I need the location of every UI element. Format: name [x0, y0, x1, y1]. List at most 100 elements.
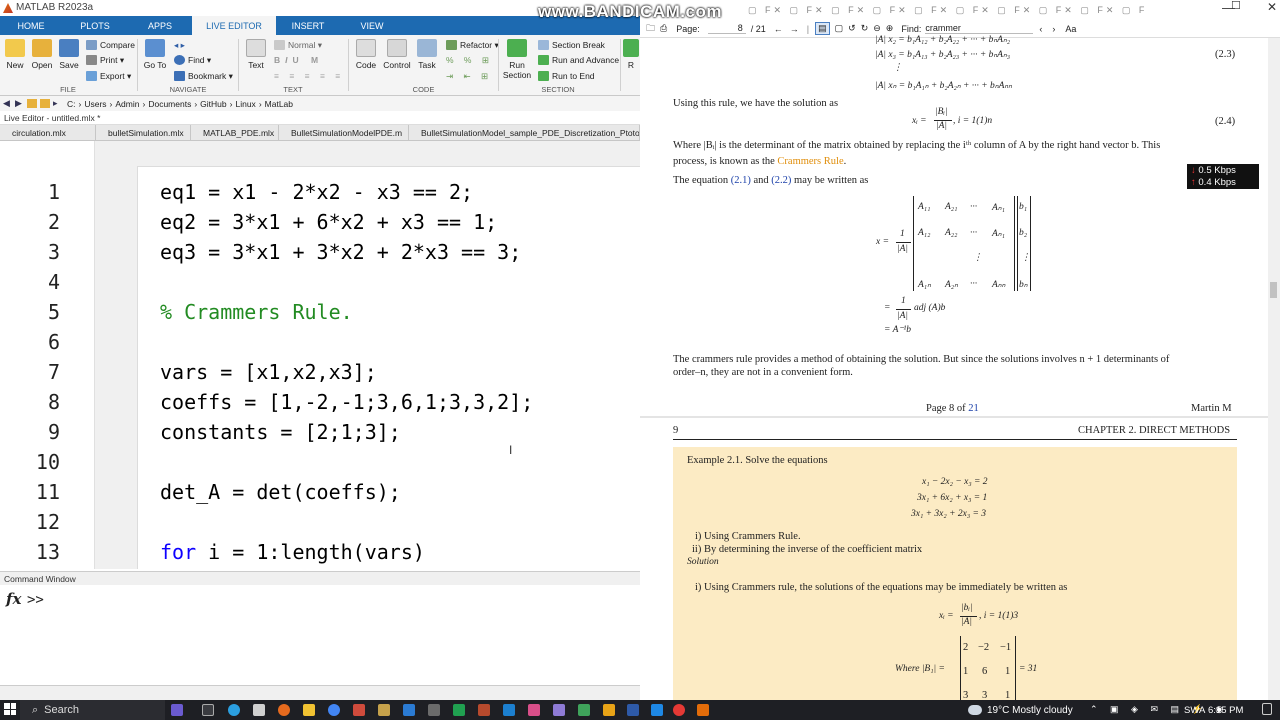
find-prev-icon[interactable]: ‹: [1039, 24, 1042, 34]
back-forward-buttons[interactable]: ◂ ▸: [174, 38, 185, 52]
code-line[interactable]: det_A = det(coeffs);: [160, 480, 401, 504]
doc-tab-bullet-simulation[interactable]: bulletSimulation.mlx: [96, 125, 191, 140]
find-next-icon[interactable]: ›: [1052, 24, 1055, 34]
weather-widget[interactable]: 19°C Mostly cloudy: [968, 700, 1073, 720]
app-icon[interactable]: [478, 704, 490, 716]
start-windows-icon[interactable]: [4, 703, 16, 715]
command-window[interactable]: fx >>: [0, 585, 640, 685]
language-indicator[interactable]: SWA: [1184, 700, 1205, 720]
compare-button[interactable]: Compare: [86, 38, 135, 52]
app-icon[interactable]: [528, 704, 540, 716]
path-segment-users[interactable]: Users: [84, 99, 106, 109]
path-segment-admin[interactable]: Admin: [115, 99, 139, 109]
matlab-taskbar-icon[interactable]: [697, 704, 709, 716]
next-page-icon[interactable]: →: [790, 24, 799, 34]
section-break-button[interactable]: Section Break: [538, 38, 605, 52]
app-icon[interactable]: [578, 704, 590, 716]
find-button[interactable]: Find ▾: [174, 53, 211, 67]
taskbar-search[interactable]: ⌕ Search: [20, 700, 165, 720]
app-icon[interactable]: [403, 704, 415, 716]
code-line[interactable]: vars = [x1,x2,x3];: [160, 360, 377, 384]
folder-icon[interactable]: [27, 99, 37, 108]
task-button[interactable]: Task: [412, 39, 442, 70]
file-explorer-icon[interactable]: [303, 704, 315, 716]
text-format-buttons[interactable]: B I U M: [274, 53, 323, 67]
zoom-in-icon[interactable]: ⊕: [886, 23, 894, 34]
rotate-left-icon[interactable]: ↺: [848, 23, 856, 34]
code-line[interactable]: eq3 = 3*x1 + 3*x2 + 2*x3 == 3;: [160, 240, 521, 264]
browse-icon[interactable]: ▸: [53, 99, 62, 108]
doc-tab-pde-prototype[interactable]: BulletSimulationModel_sample_PDE_Discret…: [409, 125, 640, 140]
app-icon[interactable]: [171, 704, 183, 716]
new-button[interactable]: New: [0, 39, 30, 70]
code-comment[interactable]: % Crammers Rule.: [160, 300, 353, 324]
maximize-icon[interactable]: ☐: [1231, 0, 1241, 12]
path-segment-linux[interactable]: Linux: [235, 99, 255, 109]
app-icon[interactable]: [428, 704, 440, 716]
notification-icon[interactable]: [1262, 703, 1272, 715]
close-icon[interactable]: ✕: [1267, 0, 1277, 14]
match-case-toggle[interactable]: Aa: [1065, 24, 1076, 34]
equation-ref-link[interactable]: (2.1): [731, 175, 751, 186]
run-button[interactable]: R: [622, 39, 640, 70]
page-total-link[interactable]: 21: [968, 403, 979, 414]
tab-insert[interactable]: INSERT: [276, 16, 340, 35]
chrome-icon[interactable]: [328, 704, 340, 716]
doc-tab-matlab-pde[interactable]: MATLAB_PDE.mlx: [191, 125, 279, 140]
find-input[interactable]: crammer: [925, 23, 1034, 34]
indent-buttons[interactable]: ⇥ ⇤ ⊞: [446, 69, 492, 83]
run-and-advance-button[interactable]: Run and Advance: [538, 53, 619, 67]
tab-live-editor[interactable]: LIVE EDITOR: [192, 16, 276, 35]
path-segment-matlab[interactable]: MatLab: [265, 99, 293, 109]
continuous-view-icon[interactable]: ▤: [815, 22, 830, 35]
open-file-icon[interactable]: 🗀: [646, 21, 655, 37]
vscode-icon[interactable]: [651, 704, 663, 716]
app-icon[interactable]: [353, 704, 365, 716]
code-line[interactable]: for i = 1:length(vars): [160, 540, 425, 564]
code-button[interactable]: Code: [351, 39, 381, 70]
go-to-button[interactable]: Go To: [140, 39, 170, 70]
folder-up-icon[interactable]: [40, 99, 50, 108]
run-to-end-button[interactable]: Run to End: [538, 69, 595, 83]
tab-plots[interactable]: PLOTS: [62, 16, 128, 35]
pdf-scrollbar-thumb[interactable]: [1270, 282, 1277, 298]
text-button[interactable]: Text: [241, 39, 271, 70]
record-icon[interactable]: [673, 704, 685, 716]
taskbar-clock[interactable]: 6:15 PM: [1208, 700, 1243, 720]
tab-view[interactable]: VIEW: [340, 16, 404, 35]
firefox-icon[interactable]: [278, 704, 290, 716]
tab-apps[interactable]: APPS: [128, 16, 192, 35]
app-icon[interactable]: [503, 704, 515, 716]
page-number-input[interactable]: 8: [707, 23, 746, 34]
rotate-right-icon[interactable]: ↻: [861, 23, 869, 34]
alignment-buttons[interactable]: ≡ ≡ ≡ ≡ ≡: [274, 69, 344, 83]
code-line[interactable]: eq2 = 3*x1 + 6*x2 + x3 == 1;: [160, 210, 497, 234]
path-segment-documents[interactable]: Documents: [148, 99, 191, 109]
style-dropdown[interactable]: Normal ▾: [274, 38, 322, 52]
app-icon[interactable]: [553, 704, 565, 716]
prev-page-icon[interactable]: ←: [774, 24, 783, 34]
task-view-icon[interactable]: [202, 704, 214, 716]
crammers-rule-link[interactable]: Crammers Rule: [777, 156, 843, 167]
path-segment-drive[interactable]: C:: [67, 99, 76, 109]
pdf-scrollbar[interactable]: [1268, 38, 1280, 700]
code-line[interactable]: eq1 = x1 - 2*x2 - x3 == 2;: [160, 180, 473, 204]
export-button[interactable]: Export ▾: [86, 69, 131, 83]
zoom-out-icon[interactable]: ⊖: [873, 23, 881, 34]
code-line[interactable]: coeffs = [1,-2,-1;3,6,1;3,3,2];: [160, 390, 533, 414]
print-button[interactable]: Print ▾: [86, 53, 124, 67]
matlab-taskbar-icon[interactable]: [378, 704, 390, 716]
back-icon[interactable]: ◀: [3, 99, 12, 108]
run-section-button[interactable]: Run Section: [500, 39, 534, 80]
app-icon[interactable]: [453, 704, 465, 716]
app-icon[interactable]: [603, 704, 615, 716]
path-segment-github[interactable]: GitHub: [200, 99, 226, 109]
equation-ref-link[interactable]: (2.2): [771, 175, 791, 186]
doc-tab-bullet-model-pde[interactable]: BulletSimulationModelPDE.m: [279, 125, 409, 140]
code-line[interactable]: constants = [2;1;3];: [160, 420, 401, 444]
open-button[interactable]: Open: [27, 39, 57, 70]
save-button[interactable]: Save: [54, 39, 84, 70]
doc-tab-circulation[interactable]: circulation.mlx: [0, 125, 96, 140]
refactor-button[interactable]: Refactor ▾: [446, 38, 499, 52]
app-icon[interactable]: [253, 704, 265, 716]
